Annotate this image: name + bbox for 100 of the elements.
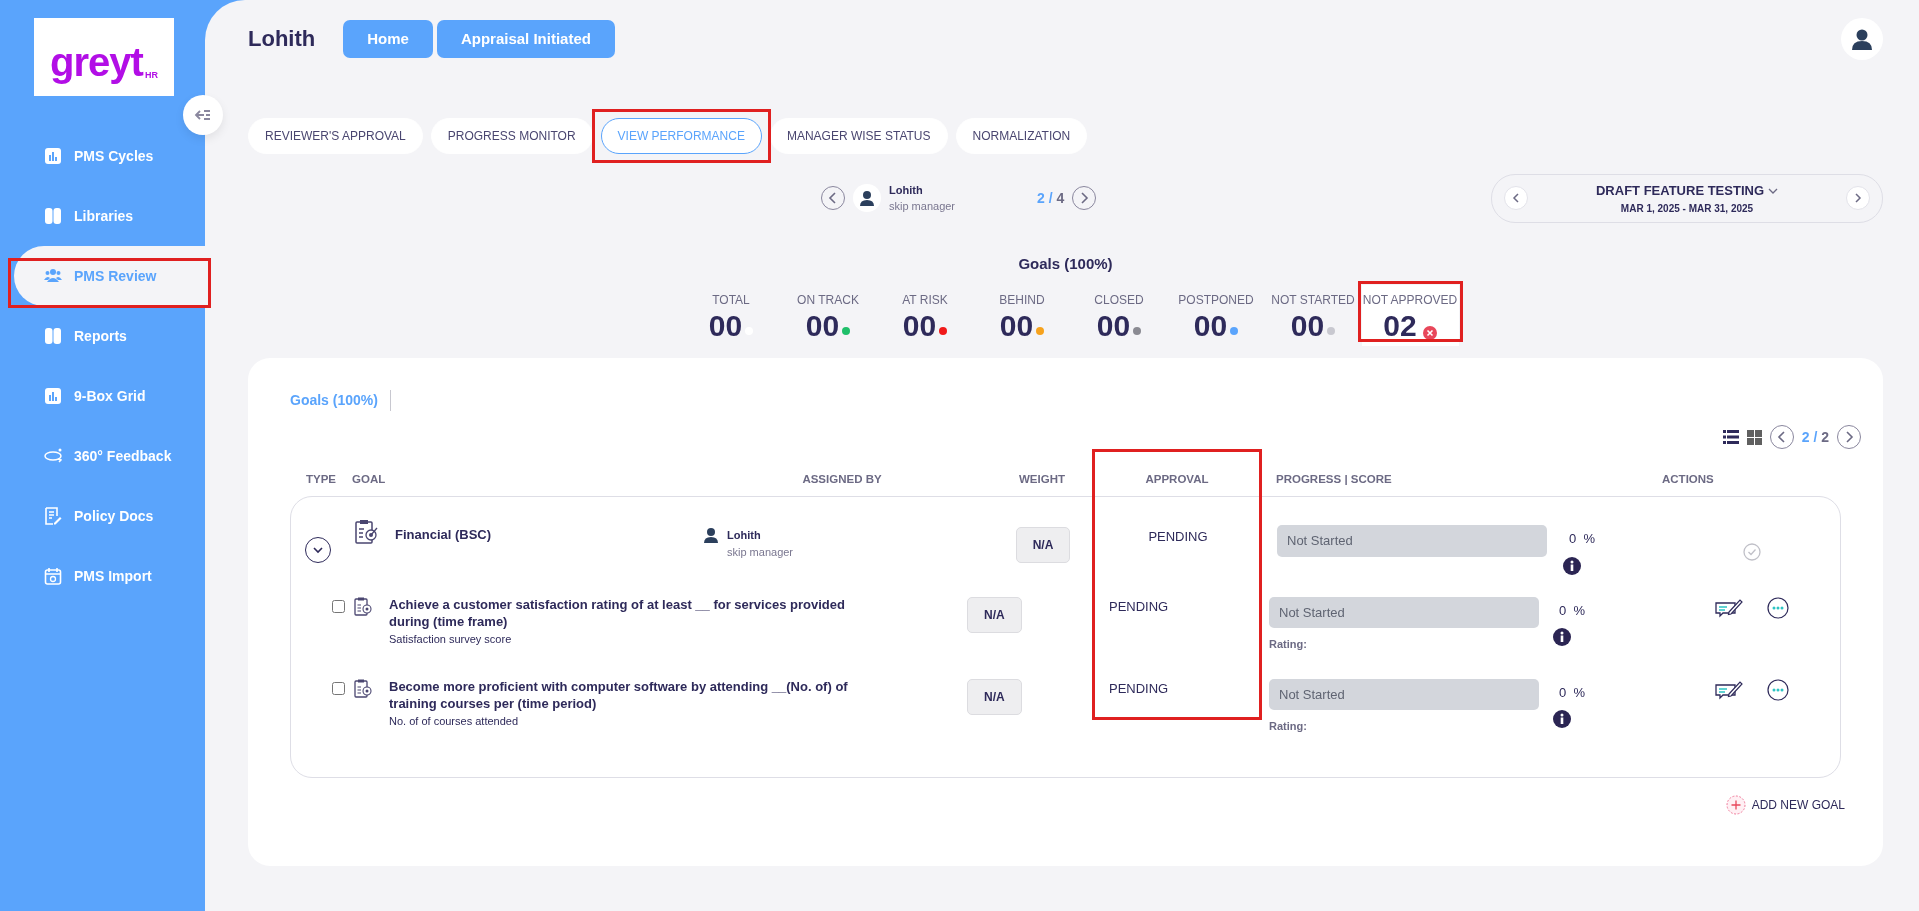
chevron-down-icon: [1768, 187, 1778, 194]
goal-title: Become more proficient with computer software by attending __(No. of) of training courses per (time period): [389, 678, 849, 713]
stat-value: 00: [1193, 309, 1228, 342]
employee-role: skip manager: [889, 199, 957, 215]
clipboard-target-icon: [353, 596, 373, 617]
approval-status: PENDING: [1108, 597, 1170, 616]
stat-label: TOTAL: [711, 292, 751, 309]
cycle-name: DRAFT FEATURE TESTING: [1596, 182, 1764, 200]
chevron-down-icon: [312, 545, 324, 556]
assignee-name: Lohith: [727, 528, 762, 544]
summary-title: Goals (100%): [1017, 253, 1114, 274]
sidebar-item[interactable]: Reports: [0, 306, 205, 366]
chevron-right-icon: [1079, 192, 1090, 205]
stat-label: ON TRACK: [796, 292, 860, 309]
chevron-right-icon: [1844, 431, 1854, 443]
more-options-icon[interactable]: [1766, 596, 1789, 619]
info-icon: [1563, 556, 1581, 575]
goal-metric: No. of of courses attended: [389, 713, 520, 729]
stat-label: POSTPONED: [1177, 292, 1255, 309]
stat-value: 02: [1383, 309, 1417, 342]
column-header: WEIGHT: [1018, 472, 1066, 487]
column-header: ACTIONS: [1662, 472, 1715, 487]
calendar-icon: [44, 567, 62, 585]
goal-checkbox[interactable]: [332, 599, 345, 613]
score-value: 0 %: [1559, 683, 1585, 702]
approval-status: PENDING: [1108, 679, 1170, 698]
stat-label: NOT APPROVED: [1361, 292, 1459, 309]
sidebar-item[interactable]: Libraries: [0, 186, 205, 246]
score-value: 0 %: [1559, 601, 1585, 620]
stat-value: 00: [1290, 309, 1325, 342]
sidebar-item[interactable]: PMS Import: [0, 546, 205, 606]
logo-subtext: HR: [144, 68, 158, 82]
column-header: ASSIGNED BY: [801, 472, 883, 487]
tab[interactable]: NORMALIZATION: [955, 118, 1088, 154]
rating-label: Rating:: [1269, 637, 1308, 653]
page-counter: 2 / 4: [1037, 188, 1065, 208]
person-icon: [1850, 27, 1874, 51]
logo-text: greyt: [50, 42, 143, 82]
goal-title: Achieve a customer satisfaction rating of at least __ for services provided during (time frame): [389, 596, 846, 631]
list-view-icon[interactable]: [1722, 430, 1739, 444]
progress-bar: Not Started: [1269, 678, 1539, 711]
stat-value: 00: [902, 309, 937, 342]
chevron-left-icon: [828, 192, 838, 205]
add-goal-button[interactable]: ADD NEW GOAL: [1719, 793, 1851, 816]
stat-value: 00: [999, 309, 1034, 342]
column-header: PROGRESS | SCORE: [1275, 472, 1393, 487]
goal-metric: Satisfaction survey score: [389, 631, 513, 647]
info-icon: [1553, 710, 1571, 729]
tab[interactable]: REVIEWER'S APPROVAL: [248, 118, 423, 154]
employee-name: Lohith: [889, 182, 924, 198]
people-icon: [44, 267, 62, 285]
column-header: GOAL: [352, 472, 387, 487]
clipboard-target-icon: [353, 678, 373, 699]
rotation-icon: [44, 447, 62, 465]
sidebar-item[interactable]: PMS Review: [14, 246, 205, 306]
progress-bar: Not Started: [1269, 596, 1539, 629]
tab[interactable]: VIEW PERFORMANCE: [600, 118, 762, 154]
approval-status: PENDING: [1147, 528, 1209, 547]
weight-button[interactable]: N/A: [1015, 527, 1071, 564]
stat-label: CLOSED: [1093, 292, 1145, 309]
book-icon: [44, 327, 62, 345]
progress-bar: Not Started: [1277, 525, 1547, 557]
bar-chart-icon: [44, 147, 62, 165]
goal-group-title: Financial (BSC): [395, 526, 492, 545]
tab[interactable]: MANAGER WISE STATUS: [769, 118, 948, 154]
person-icon: [703, 527, 719, 544]
weight-button[interactable]: N/A: [967, 678, 1022, 715]
stat-label: BEHIND: [998, 292, 1046, 309]
cycle-dates: MAR 1, 2025 - MAR 31, 2025: [1619, 201, 1755, 216]
column-header: TYPE: [304, 472, 337, 487]
collapse-sidebar-button[interactable]: [183, 95, 223, 135]
weight-button[interactable]: N/A: [967, 596, 1022, 633]
bar-chart-icon: [44, 387, 62, 405]
stat-label: NOT STARTED: [1270, 292, 1356, 309]
stat-value: 00: [805, 309, 840, 342]
tab[interactable]: PROGRESS MONITOR: [430, 118, 593, 154]
rating-label: Rating:: [1269, 719, 1308, 735]
chevron-left-icon: [1776, 431, 1787, 443]
user-avatar[interactable]: [1841, 18, 1883, 60]
chevron-left-icon: [1512, 193, 1520, 204]
header-button[interactable]: Home: [343, 19, 433, 59]
person-icon: [859, 190, 875, 207]
sidebar-item[interactable]: PMS Cycles: [0, 126, 205, 186]
check-circle-icon[interactable]: [1742, 543, 1761, 562]
column-header: APPROVAL: [1144, 472, 1210, 487]
page-counter: 2 / 2: [1801, 427, 1829, 447]
sidebar-item[interactable]: Policy Docs: [0, 486, 205, 546]
page-title: Lohith: [248, 25, 316, 53]
sidebar-item[interactable]: 9-Box Grid: [0, 366, 205, 426]
stat-value: 00: [1096, 309, 1131, 342]
goal-checkbox[interactable]: [332, 681, 345, 695]
goals-tab[interactable]: Goals (100%): [290, 390, 391, 411]
book-icon: [44, 207, 62, 225]
clipboard-target-icon: [353, 519, 379, 546]
collapse-arrow-icon: [194, 108, 212, 122]
header-button[interactable]: Appraisal Initiated: [436, 19, 615, 59]
info-icon: [1553, 628, 1571, 647]
grid-view-icon[interactable]: [1746, 429, 1762, 445]
more-options-icon[interactable]: [1766, 678, 1789, 701]
sidebar-item[interactable]: 360° Feedback: [0, 426, 205, 486]
